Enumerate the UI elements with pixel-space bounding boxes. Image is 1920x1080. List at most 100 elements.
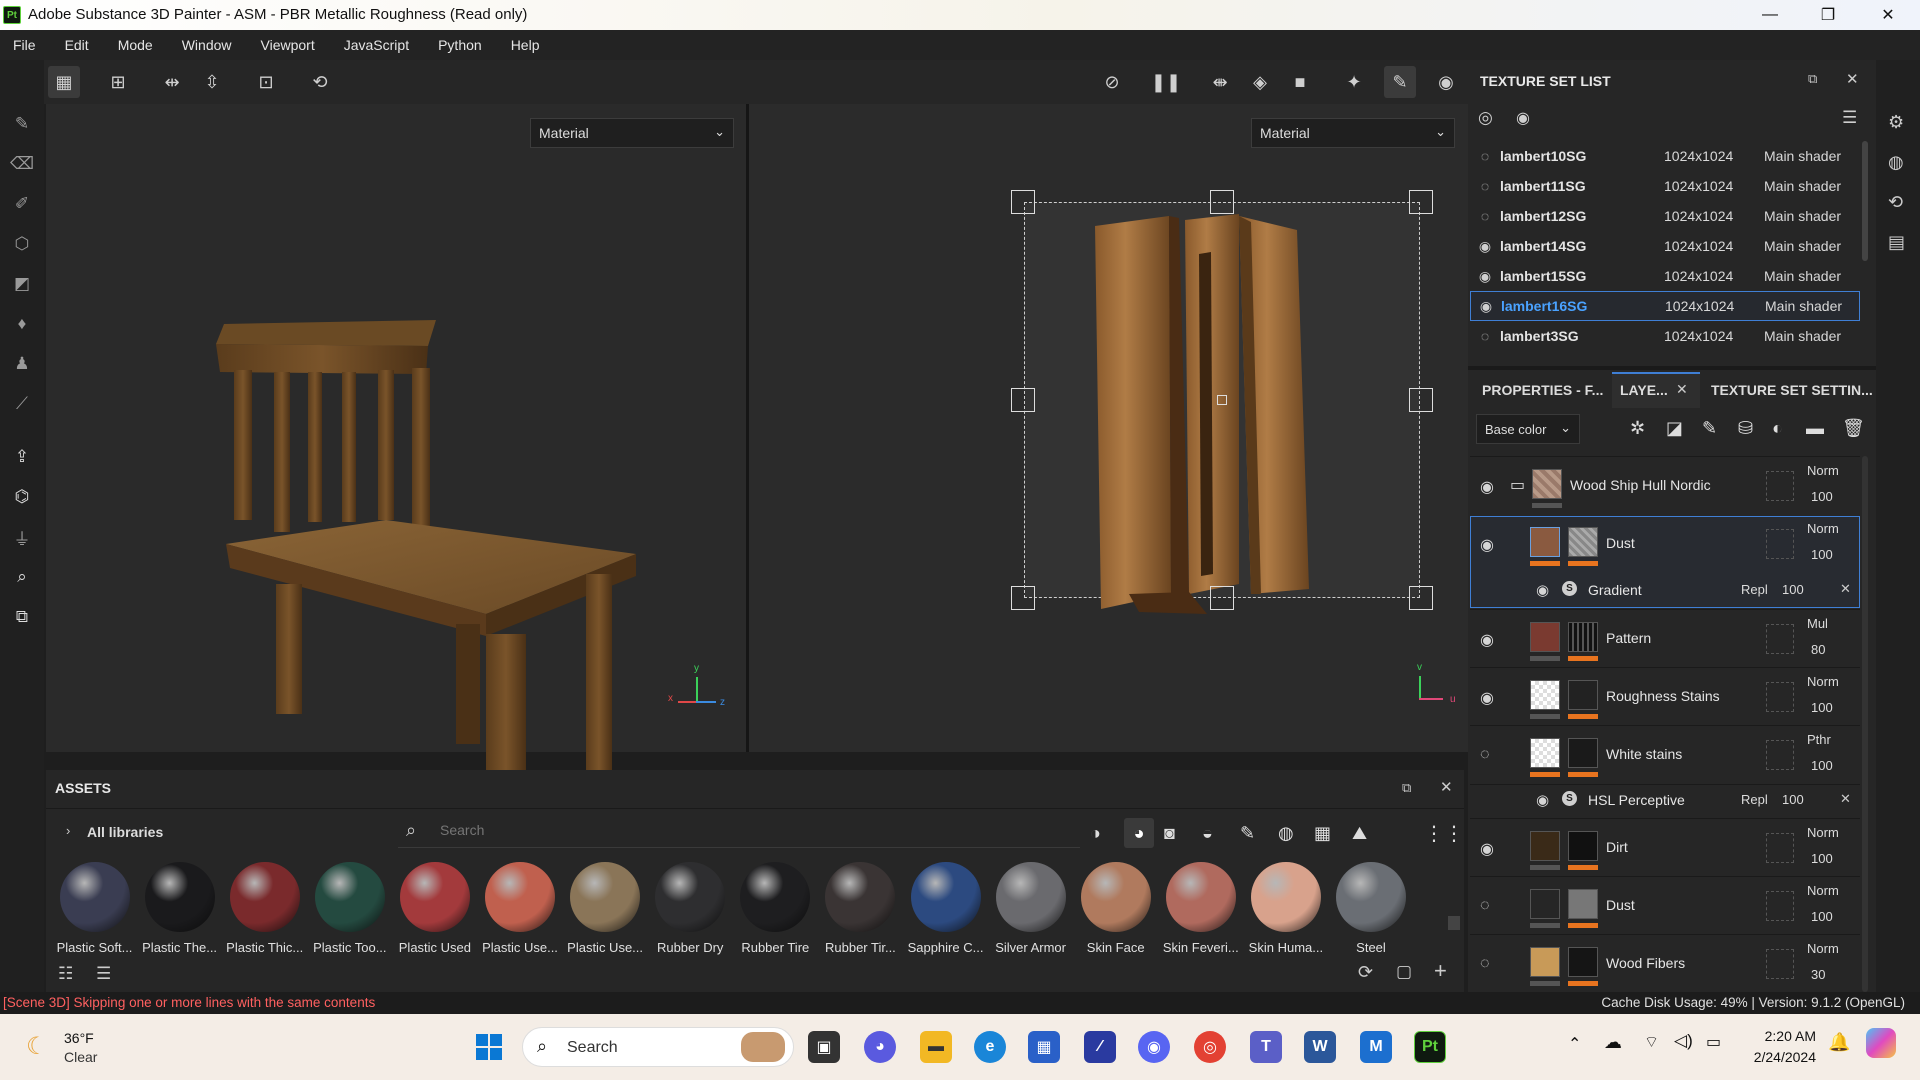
display-mode-dropdown-2d[interactable]: Material ⌄ bbox=[1251, 118, 1455, 148]
viewer-icon[interactable]: ⧉ bbox=[10, 605, 34, 629]
close-tab-icon[interactable]: ✕ bbox=[1676, 381, 1688, 398]
tab-properties[interactable]: PROPERTIES - F... bbox=[1482, 372, 1603, 408]
layer-opacity[interactable]: 100 bbox=[1811, 700, 1833, 715]
filter-generators-icon[interactable]: ◒ bbox=[1202, 823, 1213, 844]
blend-mode[interactable]: Norm bbox=[1807, 674, 1839, 689]
inspect-icon[interactable]: ⌕ bbox=[10, 565, 34, 589]
blend-mode[interactable]: Norm bbox=[1807, 825, 1839, 840]
tab-layers[interactable]: LAYE... bbox=[1620, 372, 1668, 408]
eye-icon[interactable]: ◉ bbox=[1536, 581, 1549, 599]
history-icon[interactable]: ⟲ bbox=[1888, 192, 1903, 213]
material-thumbnail[interactable]: Plastic Too... bbox=[307, 862, 392, 955]
texture-set-row[interactable]: ◌ lambert3SG 1024x1024 Main shader bbox=[1470, 321, 1860, 351]
maya-icon[interactable]: M bbox=[1360, 1031, 1392, 1063]
eye-icon[interactable]: ◉ bbox=[1480, 535, 1494, 555]
filter-textures-icon[interactable]: ◍ bbox=[1278, 823, 1294, 844]
onedrive-icon[interactable]: ☁ bbox=[1604, 1032, 1622, 1053]
polygon-fill-icon[interactable]: ◩ bbox=[10, 272, 34, 296]
clone-stamp-icon[interactable]: ♟ bbox=[10, 352, 34, 376]
clock-date[interactable]: 2/24/2024 bbox=[1736, 1049, 1816, 1065]
log-icon[interactable]: ▤ bbox=[1888, 232, 1905, 253]
measure-icon[interactable]: ⏚ bbox=[10, 525, 34, 549]
add-smart-mask-icon[interactable]: ◐ bbox=[1772, 418, 1783, 439]
search-input[interactable] bbox=[440, 822, 1040, 838]
paint-mode-icon[interactable]: ✎ bbox=[1384, 66, 1416, 98]
menu-window[interactable]: Window bbox=[182, 37, 232, 53]
panel-splitter[interactable] bbox=[1468, 366, 1876, 370]
hide-all-icon[interactable]: ◎ bbox=[1478, 108, 1493, 128]
eye-closed-icon[interactable]: ◌ bbox=[1470, 178, 1500, 194]
remove-effect-icon[interactable]: ✕ bbox=[1840, 581, 1851, 597]
layout-single-icon[interactable]: ▦ bbox=[48, 66, 80, 98]
list-menu-icon[interactable]: ☰ bbox=[1842, 108, 1857, 128]
material-thumbnail[interactable]: Rubber Tire bbox=[733, 862, 818, 955]
blend-mode[interactable]: Norm bbox=[1807, 941, 1839, 956]
layer-row[interactable]: ◉ Dirt Norm 100 bbox=[1470, 818, 1860, 876]
delete-layer-icon[interactable]: 🗑 bbox=[1842, 418, 1865, 439]
word-icon[interactable]: W bbox=[1304, 1031, 1336, 1063]
material-thumbnail[interactable]: Plastic Use... bbox=[563, 862, 648, 955]
material-picker-icon[interactable]: ⌬ bbox=[10, 485, 34, 509]
material-thumbnail[interactable]: Plastic Used bbox=[392, 862, 477, 955]
texture-set-row[interactable]: ◌ lambert10SG 1024x1024 Main shader bbox=[1470, 141, 1860, 171]
menu-javascript[interactable]: JavaScript bbox=[344, 37, 409, 53]
assets-scrollbar[interactable] bbox=[1448, 916, 1460, 930]
edge-icon[interactable]: e bbox=[974, 1031, 1006, 1063]
material-thumbnail[interactable]: Rubber Dry bbox=[648, 862, 733, 955]
texture-set-row[interactable]: ◉ lambert14SG 1024x1024 Main shader bbox=[1470, 231, 1860, 261]
layer-row[interactable]: ◉ Roughness Stains Norm 100 bbox=[1470, 667, 1860, 725]
layer-row[interactable]: ◉ Pattern Mul 80 bbox=[1470, 609, 1860, 667]
volume-icon[interactable]: ◁) bbox=[1674, 1031, 1693, 1051]
texture-set-row[interactable]: ◌ lambert11SG 1024x1024 Main shader bbox=[1470, 171, 1860, 201]
assets-search[interactable]: ⌕ bbox=[398, 816, 1080, 848]
clock-time[interactable]: 2:20 AM bbox=[1756, 1028, 1816, 1044]
eraser-icon[interactable]: ⌫ bbox=[10, 152, 34, 176]
teams-icon[interactable]: T bbox=[1250, 1031, 1282, 1063]
effect-opacity[interactable]: 100 bbox=[1782, 792, 1804, 807]
eye-icon[interactable]: ◉ bbox=[1480, 630, 1494, 650]
material-thumbnail[interactable]: Skin Face bbox=[1073, 862, 1158, 955]
blend-mode[interactable]: Norm bbox=[1807, 521, 1839, 536]
eye-icon[interactable]: ◉ bbox=[1470, 238, 1500, 255]
file-explorer-icon[interactable]: ▬ bbox=[920, 1031, 952, 1063]
eye-closed-icon[interactable]: ◌ bbox=[1480, 897, 1490, 915]
light-icon[interactable]: ✦ bbox=[1338, 66, 1370, 98]
add-fill-layer-icon[interactable]: ⛁ bbox=[1738, 418, 1753, 439]
eye-icon[interactable]: ◉ bbox=[1480, 477, 1494, 497]
add-mask-icon[interactable]: ◪ bbox=[1666, 418, 1683, 439]
chrome-icon[interactable]: ◎ bbox=[1194, 1031, 1226, 1063]
blend-mode[interactable]: Norm bbox=[1807, 463, 1839, 478]
tab-texture-set-settings[interactable]: TEXTURE SET SETTIN... bbox=[1711, 372, 1873, 408]
transform-handle-bc[interactable] bbox=[1210, 586, 1234, 610]
eye-icon[interactable]: ◉ bbox=[1471, 298, 1501, 315]
layer-opacity[interactable]: 100 bbox=[1811, 547, 1833, 562]
filter-procedurals-icon[interactable]: ▦ bbox=[1314, 823, 1331, 844]
material-thumbnail[interactable]: Plastic Soft... bbox=[52, 862, 137, 955]
new-window-icon[interactable]: ▢ bbox=[1396, 962, 1412, 982]
menu-file[interactable]: File bbox=[13, 37, 36, 53]
color-picker-icon[interactable]: ⟋ bbox=[10, 392, 34, 416]
layer-opacity[interactable]: 100 bbox=[1811, 851, 1833, 866]
display-settings-icon[interactable]: ⚙ bbox=[1888, 112, 1904, 133]
chevron-right-icon[interactable]: › bbox=[66, 823, 70, 838]
layer-opacity[interactable]: 80 bbox=[1811, 642, 1825, 657]
filter-materials-icon[interactable]: ◑ bbox=[1090, 823, 1101, 844]
eye-closed-icon[interactable]: ◌ bbox=[1470, 328, 1500, 344]
layers-scrollbar[interactable] bbox=[1862, 456, 1868, 992]
transform-handle-mr[interactable] bbox=[1409, 388, 1433, 412]
start-button[interactable] bbox=[476, 1034, 502, 1060]
hide-ui-icon[interactable]: ⊘ bbox=[1096, 66, 1128, 98]
layout-grid-icon[interactable]: ⊞ bbox=[102, 66, 134, 98]
transform-handle-tl[interactable] bbox=[1011, 190, 1035, 214]
smudge-icon[interactable]: ♦ bbox=[10, 312, 34, 336]
material-thumbnail[interactable]: Plastic The... bbox=[137, 862, 222, 955]
reset-camera-icon[interactable]: ⟲ bbox=[304, 66, 336, 98]
notification-bell-icon[interactable]: 🔔 bbox=[1828, 1032, 1850, 1053]
restore-button[interactable]: ❐ bbox=[1800, 2, 1856, 28]
transform-handle-tr[interactable] bbox=[1409, 190, 1433, 214]
texture-set-row[interactable]: ◉ lambert15SG 1024x1024 Main shader bbox=[1470, 261, 1860, 291]
frame-selection-icon[interactable]: ⊡ bbox=[250, 66, 282, 98]
chat-icon[interactable]: ◕ bbox=[864, 1031, 896, 1063]
transform-handle-center[interactable] bbox=[1217, 395, 1227, 405]
blend-mode[interactable]: Pthr bbox=[1807, 732, 1831, 747]
